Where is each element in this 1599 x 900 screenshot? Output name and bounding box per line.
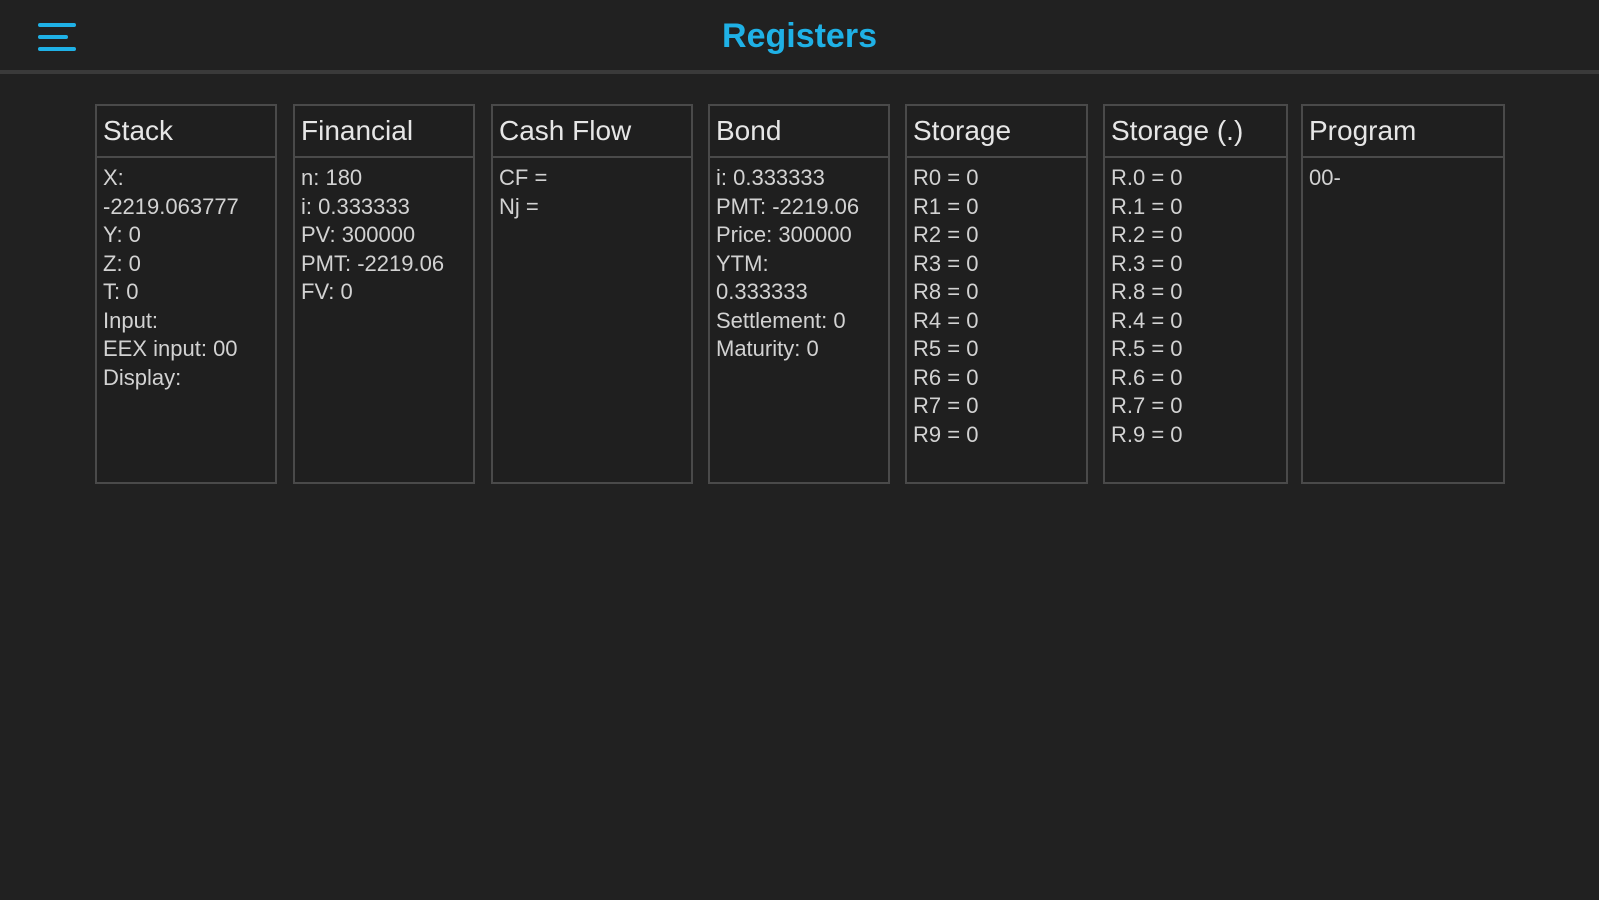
panel-body: 00- [1303, 158, 1503, 193]
register-line: R9 = 0 [913, 421, 979, 447]
register-line: R.0 = 0 [1111, 165, 1183, 190]
panel-financial: Financial n: 180 i: 0.333333 PV: 300000 … [293, 104, 475, 484]
register-line: PV: 300000 [301, 222, 416, 247]
register-line: EEX input: 00 [103, 336, 238, 361]
register-line: YTM: [716, 250, 769, 276]
register-line: -2219.063777 [103, 193, 239, 219]
header-divider [0, 70, 1599, 74]
panel-title: Storage (.) [1105, 106, 1286, 158]
register-line: PMT: -2219.06 [301, 250, 445, 276]
panel-body: n: 180 i: 0.333333 PV: 300000 PMT: -2219… [295, 158, 473, 307]
register-line: R0 = 0 [913, 165, 979, 190]
register-line: Display: [103, 364, 182, 390]
panel-title: Cash Flow [493, 106, 691, 158]
register-line: Maturity: 0 [716, 336, 819, 361]
register-line: R4 = 0 [913, 307, 979, 333]
page-title: Registers [722, 17, 877, 55]
register-line: n: 180 [301, 165, 363, 190]
register-line: i: 0.333333 [301, 193, 410, 219]
panel-title: Program [1303, 106, 1503, 158]
register-line: X: [103, 165, 124, 190]
register-line: R.7 = 0 [1111, 393, 1183, 418]
register-line: FV: 0 [301, 279, 353, 304]
register-line: Input: [103, 307, 159, 333]
register-line: R.6 = 0 [1111, 364, 1183, 390]
register-line: Z: 0 [103, 250, 141, 276]
panel-program: Program 00- [1301, 104, 1505, 484]
register-line: Nj = [499, 193, 539, 219]
panel-body: i: 0.333333 PMT: -2219.06 Price: 300000 … [710, 158, 888, 364]
register-line: R.9 = 0 [1111, 421, 1183, 447]
register-line: R7 = 0 [913, 393, 979, 418]
panel-body: X: -2219.063777 Y: 0 Z: 0 T: 0 Input: EE… [97, 158, 275, 392]
register-line: Settlement: 0 [716, 307, 846, 333]
register-line: R.4 = 0 [1111, 307, 1183, 333]
panel-storage-dot: Storage (.) R.0 = 0 R.1 = 0 R.2 = 0 R.3 … [1103, 104, 1288, 484]
panel-body: R.0 = 0 R.1 = 0 R.2 = 0 R.3 = 0 R.8 = 0 … [1105, 158, 1286, 449]
register-line: R.8 = 0 [1111, 279, 1183, 304]
register-line: 00- [1309, 165, 1341, 190]
register-line: R.3 = 0 [1111, 250, 1183, 276]
panel-bond: Bond i: 0.333333 PMT: -2219.06 Price: 30… [708, 104, 890, 484]
top-bar: Registers [0, 0, 1599, 70]
panel-stack: Stack X: -2219.063777 Y: 0 Z: 0 T: 0 Inp… [95, 104, 277, 484]
register-line: R8 = 0 [913, 279, 979, 304]
register-line: R.1 = 0 [1111, 193, 1183, 219]
panel-body: R0 = 0 R1 = 0 R2 = 0 R3 = 0 R8 = 0 R4 = … [907, 158, 1086, 449]
register-line: R5 = 0 [913, 336, 979, 361]
register-line: R6 = 0 [913, 364, 979, 390]
register-line: 0.333333 [716, 279, 808, 304]
panel-body: CF = Nj = [493, 158, 691, 221]
panel-title: Stack [97, 106, 275, 158]
panel-title: Financial [295, 106, 473, 158]
register-line: Price: 300000 [716, 222, 852, 247]
register-line: R.2 = 0 [1111, 222, 1183, 247]
register-line: R3 = 0 [913, 250, 979, 276]
panel-cash-flow: Cash Flow CF = Nj = [491, 104, 693, 484]
register-line: PMT: -2219.06 [716, 193, 860, 219]
register-line: T: 0 [103, 279, 139, 304]
register-line: R1 = 0 [913, 193, 979, 219]
panel-title: Bond [710, 106, 888, 158]
register-line: i: 0.333333 [716, 165, 825, 190]
register-line: Y: 0 [103, 222, 141, 247]
register-line: R.5 = 0 [1111, 336, 1183, 361]
register-line: CF = [499, 165, 548, 190]
panel-storage: Storage R0 = 0 R1 = 0 R2 = 0 R3 = 0 R8 =… [905, 104, 1088, 484]
panel-title: Storage [907, 106, 1086, 158]
register-line: R2 = 0 [913, 222, 979, 247]
